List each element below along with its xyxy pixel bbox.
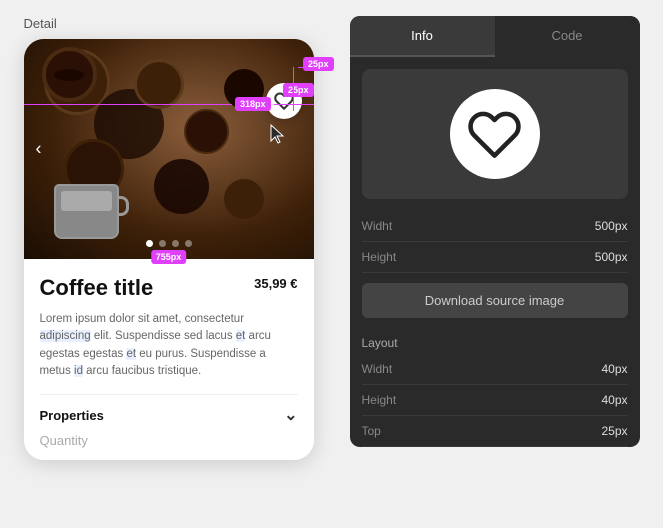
layout-width-val: 40px xyxy=(601,362,627,376)
layout-row-width: Widht 40px xyxy=(362,354,628,385)
dot-2 xyxy=(159,240,166,247)
chevron-down-icon: ⌄ xyxy=(284,405,297,425)
card-price: 35,99 € xyxy=(254,275,297,293)
layout-row-height: Height 40px xyxy=(362,385,628,416)
tab-info[interactable]: Info xyxy=(350,16,495,57)
tabs-row: Info Code xyxy=(350,16,640,57)
layout-section-label: Layout xyxy=(350,328,640,354)
back-button[interactable]: ‹ xyxy=(36,139,42,160)
prop-row-height: Height 500px xyxy=(362,242,628,273)
card-title: Coffee title xyxy=(40,275,154,301)
heart-preview xyxy=(362,69,628,199)
right-panel: Info Code Widht 500px Height 500px Downl… xyxy=(350,16,640,447)
dot-3 xyxy=(172,240,179,247)
card-properties-row[interactable]: Properties ⌄ xyxy=(40,394,298,425)
measure-25-top: 25px xyxy=(303,57,334,71)
layout-row-top: Top 25px xyxy=(362,416,628,447)
properties-table: Widht 500px Height 500px xyxy=(350,211,640,273)
card-description: Lorem ipsum dolor sit amet, consectetur … xyxy=(40,311,298,380)
dot-1 xyxy=(146,240,153,247)
layout-height-key: Height xyxy=(362,393,397,407)
dots-pagination xyxy=(24,240,314,247)
left-panel: Detail 25px xyxy=(24,16,334,460)
phone-card: ‹ 318px 25px xyxy=(24,39,314,460)
layout-table: Widht 40px Height 40px Top 25px xyxy=(350,354,640,447)
prop-width-key: Widht xyxy=(362,219,393,233)
heart-circle xyxy=(450,89,540,179)
download-source-button[interactable]: Download source image xyxy=(362,283,628,318)
prop-row-width: Widht 500px xyxy=(362,211,628,242)
card-title-row: Coffee title 35,99 € xyxy=(40,275,298,301)
properties-label: Properties xyxy=(40,408,104,423)
card-image-section: ‹ 318px 25px xyxy=(24,39,314,259)
panel-label: Detail xyxy=(24,16,334,31)
measure-25-right: 25px xyxy=(283,83,314,97)
cursor-arrow xyxy=(269,123,289,152)
prop-width-val: 500px xyxy=(595,219,628,233)
card-wrapper: 25px xyxy=(24,39,334,460)
layout-top-val: 25px xyxy=(601,424,627,438)
card-content: 755px Coffee title 35,99 € Lorem ipsum d… xyxy=(24,259,314,460)
measure-755: 755px xyxy=(151,250,187,264)
layout-height-val: 40px xyxy=(601,393,627,407)
card-quantity: Quantity xyxy=(40,433,298,448)
measure-318: 318px xyxy=(235,97,271,111)
dot-4 xyxy=(185,240,192,247)
prop-height-key: Height xyxy=(362,250,397,264)
prop-height-val: 500px xyxy=(595,250,628,264)
tab-code[interactable]: Code xyxy=(495,16,640,57)
layout-width-key: Widht xyxy=(362,362,393,376)
layout-top-key: Top xyxy=(362,424,381,438)
